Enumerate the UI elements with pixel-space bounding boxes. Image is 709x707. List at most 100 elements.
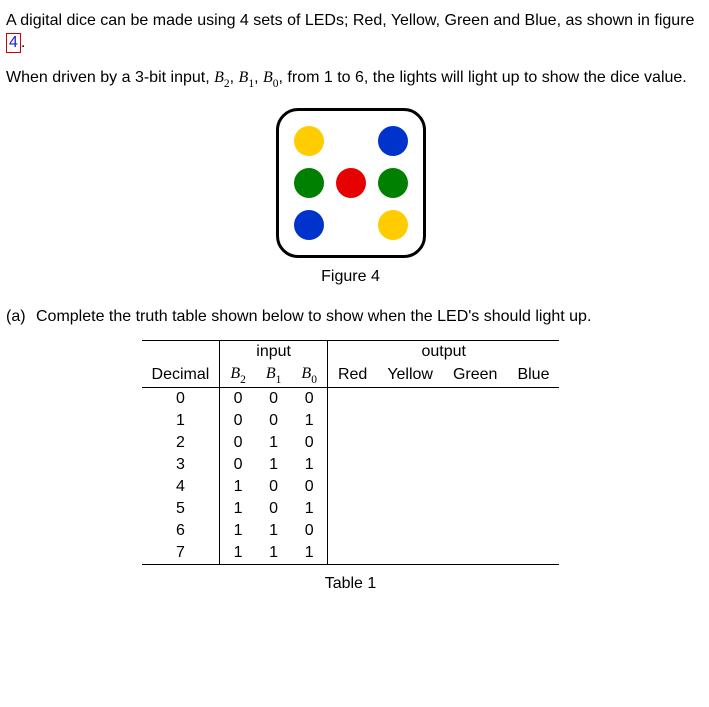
led-yellow-icon (378, 210, 408, 240)
cell-blue (507, 432, 559, 454)
table-row: 6110 (142, 520, 560, 542)
table-header-blank (142, 340, 220, 363)
cell-red (327, 454, 377, 476)
cell-dec: 3 (142, 454, 220, 476)
col-b2-sub: 2 (240, 374, 246, 386)
cell-red (327, 388, 377, 411)
cell-b2: 0 (220, 388, 256, 411)
cell-yellow (377, 542, 443, 565)
table-row: 4100 (142, 476, 560, 498)
bit-b1-sub: 1 (248, 78, 254, 90)
cell-b0: 1 (291, 542, 327, 565)
cell-b0: 1 (291, 454, 327, 476)
cell-b1: 0 (256, 388, 292, 411)
table-row: 0000 (142, 388, 560, 411)
bit-b1-symbol: B (239, 69, 249, 86)
col-b1-sym: B (266, 365, 276, 382)
cell-red (327, 410, 377, 432)
col-b2: B2 (220, 363, 256, 388)
figure-4: Figure 4 (6, 108, 695, 286)
bit-b2-symbol: B (214, 69, 224, 86)
bit-b0-symbol: B (263, 69, 273, 86)
intro-p2-text-b: , from 1 to 6, the lights will light up … (279, 69, 687, 86)
cell-green (443, 388, 507, 411)
truth-table: input output Decimal B2 B1 B0 Red Yellow… (142, 340, 560, 565)
led-red-icon (336, 168, 366, 198)
cell-blue (507, 520, 559, 542)
table-header-output: output (327, 340, 559, 363)
cell-b2: 0 (220, 454, 256, 476)
cell-b0: 1 (291, 410, 327, 432)
col-b2-sym: B (230, 365, 240, 382)
question-a: (a) Complete the truth table shown below… (6, 308, 695, 326)
cell-b1: 1 (256, 432, 292, 454)
cell-green (443, 410, 507, 432)
cell-red (327, 520, 377, 542)
dice-diagram (276, 108, 426, 258)
cell-yellow (377, 432, 443, 454)
cell-yellow (377, 388, 443, 411)
question-a-text: Complete the truth table shown below to … (36, 308, 695, 326)
intro-p2-text-a: When driven by a 3-bit input, (6, 69, 214, 86)
cell-dec: 1 (142, 410, 220, 432)
cell-b2: 1 (220, 498, 256, 520)
cell-blue (507, 476, 559, 498)
cell-dec: 6 (142, 520, 220, 542)
figure-reference-link[interactable]: 4 (6, 33, 21, 53)
cell-dec: 2 (142, 432, 220, 454)
cell-b2: 0 (220, 410, 256, 432)
cell-blue (507, 498, 559, 520)
cell-b1: 0 (256, 476, 292, 498)
cell-blue (507, 388, 559, 411)
cell-yellow (377, 476, 443, 498)
col-b1-sub: 1 (276, 374, 282, 386)
table-row: 5101 (142, 498, 560, 520)
col-blue: Blue (507, 363, 559, 388)
cell-red (327, 542, 377, 565)
cell-blue (507, 410, 559, 432)
cell-b0: 0 (291, 432, 327, 454)
led-yellow-icon (294, 126, 324, 156)
led-green-icon (294, 168, 324, 198)
cell-b0: 1 (291, 498, 327, 520)
cell-b2: 0 (220, 432, 256, 454)
cell-yellow (377, 520, 443, 542)
cell-yellow (377, 410, 443, 432)
cell-b0: 0 (291, 520, 327, 542)
cell-b1: 0 (256, 498, 292, 520)
cell-green (443, 520, 507, 542)
col-decimal: Decimal (142, 363, 220, 388)
col-b1: B1 (256, 363, 292, 388)
cell-red (327, 476, 377, 498)
table-group-header-row: input output (142, 340, 560, 363)
col-yellow: Yellow (377, 363, 443, 388)
led-blue-icon (294, 210, 324, 240)
table-caption: Table 1 (6, 575, 695, 593)
cell-yellow (377, 454, 443, 476)
cell-dec: 4 (142, 476, 220, 498)
bit-b0-sub: 0 (273, 78, 279, 90)
cell-b2: 1 (220, 520, 256, 542)
cell-b1: 1 (256, 542, 292, 565)
comma-2: , (254, 69, 263, 86)
table-row: 7111 (142, 542, 560, 565)
cell-b1: 1 (256, 520, 292, 542)
cell-b0: 0 (291, 476, 327, 498)
cell-green (443, 476, 507, 498)
led-green-icon (378, 168, 408, 198)
cell-b2: 1 (220, 476, 256, 498)
intro-paragraph-2: When driven by a 3-bit input, B2, B1, B0… (6, 67, 695, 92)
cell-b0: 0 (291, 388, 327, 411)
cell-green (443, 542, 507, 565)
cell-red (327, 498, 377, 520)
intro-p1-text-b: . (21, 34, 25, 51)
cell-red (327, 432, 377, 454)
figure-caption: Figure 4 (6, 268, 695, 286)
table-header-input: input (220, 340, 328, 363)
intro-paragraph-1: A digital dice can be made using 4 sets … (6, 10, 695, 53)
led-blue-icon (378, 126, 408, 156)
cell-blue (507, 542, 559, 565)
table-row: 1001 (142, 410, 560, 432)
table-row: 3011 (142, 454, 560, 476)
page: A digital dice can be made using 4 sets … (0, 0, 709, 613)
